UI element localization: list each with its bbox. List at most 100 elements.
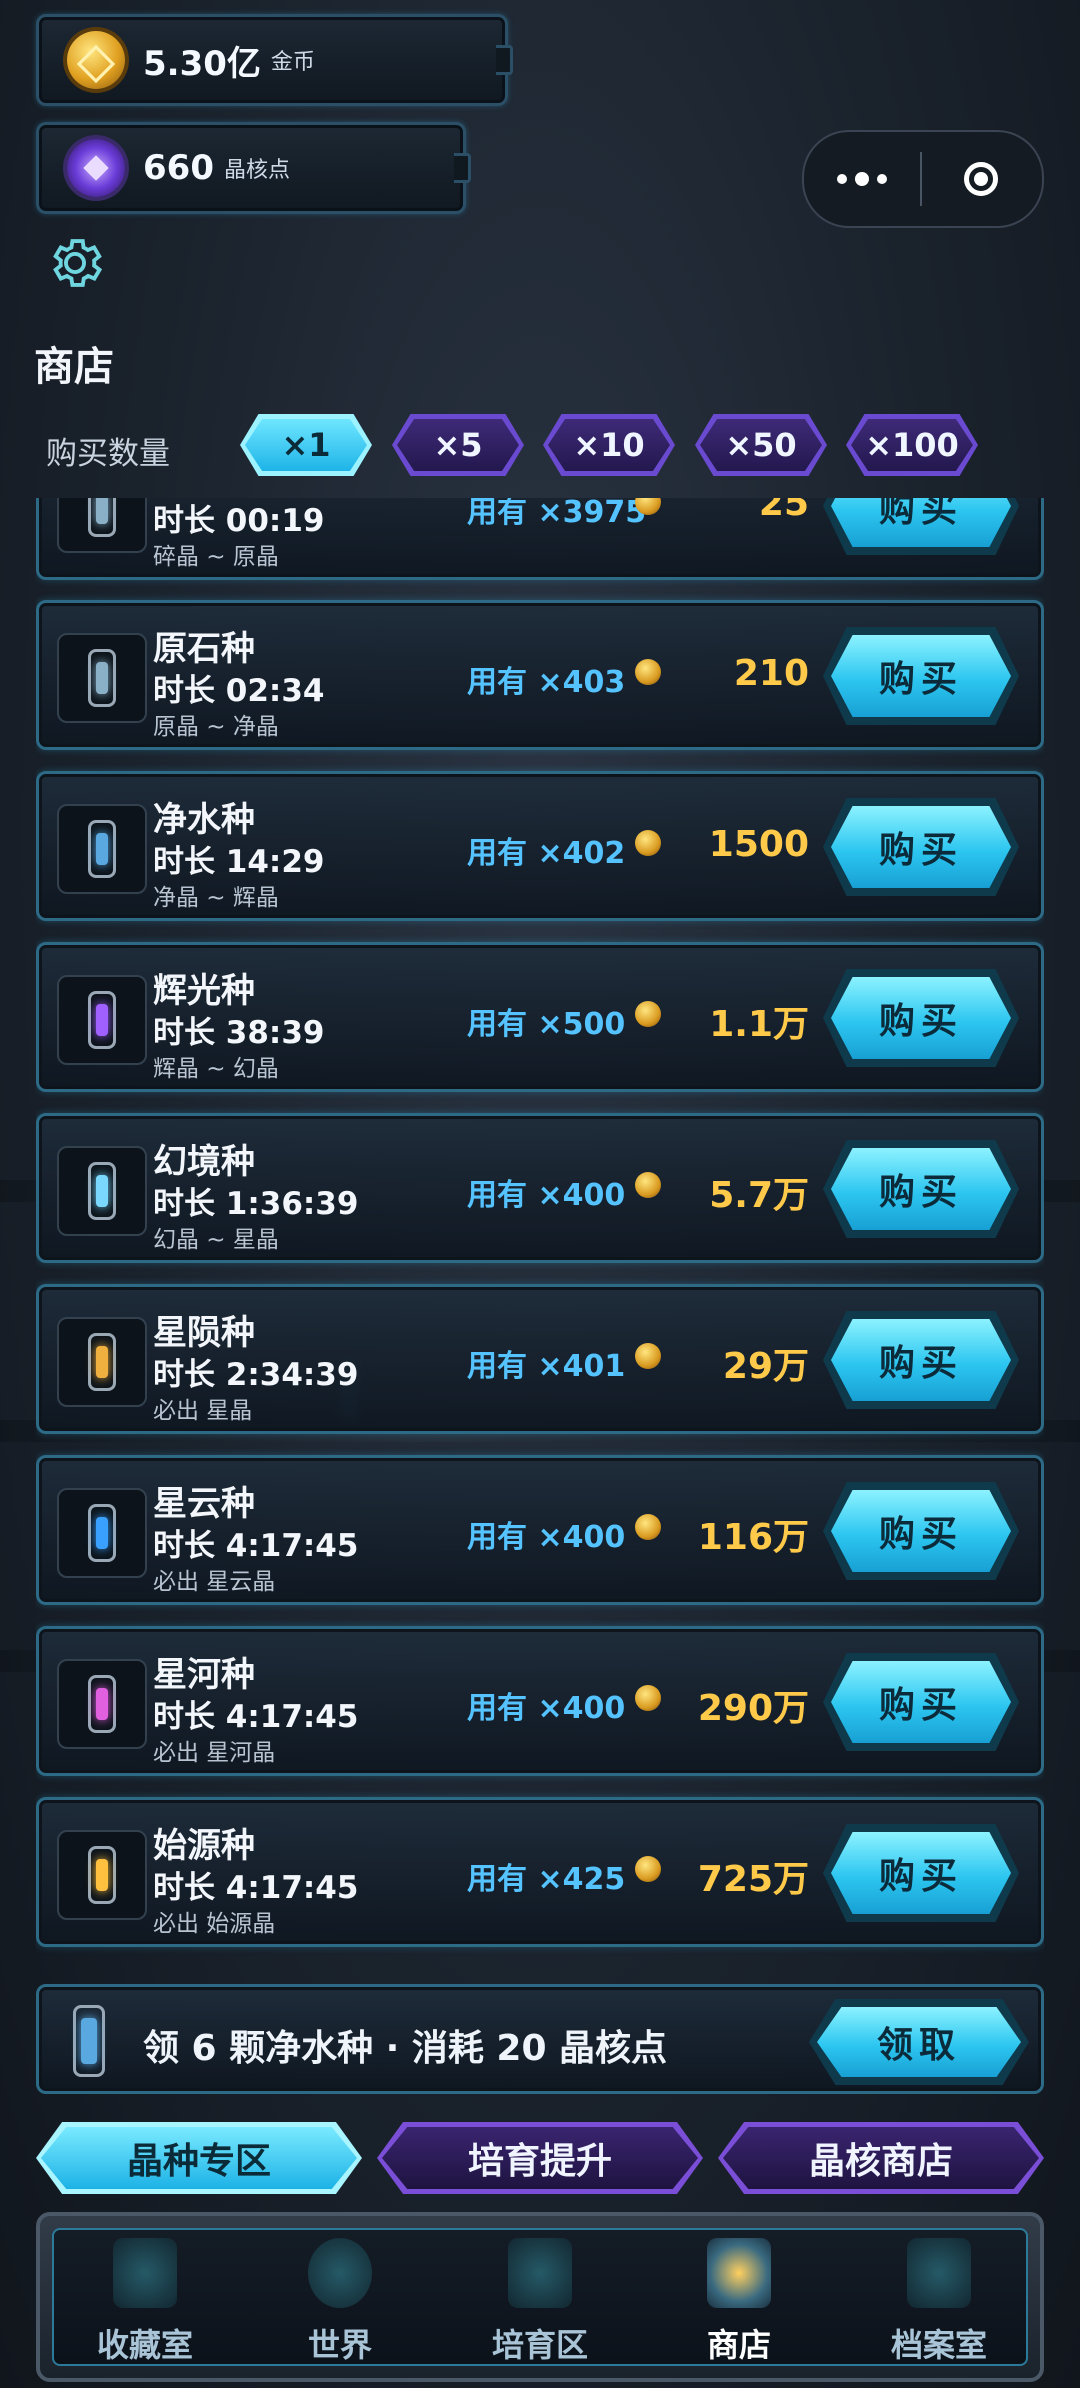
coin-icon — [635, 1172, 661, 1198]
seed-vial-icon — [57, 1488, 147, 1578]
crystal-value: 660 — [143, 148, 214, 188]
seed-duration: 时长 00:19 — [153, 503, 325, 539]
page-title: 商店 — [34, 344, 114, 390]
coin-icon — [635, 1685, 661, 1711]
seed-name: 原石种 — [153, 629, 255, 669]
buy-button[interactable]: 购买 — [823, 627, 1019, 725]
nav-world[interactable]: 世界 — [245, 2232, 435, 2372]
nav-archive-room[interactable]: 档案室 — [844, 2232, 1034, 2372]
seed-name: 始源种 — [153, 1826, 255, 1866]
seed-vial-icon — [73, 2005, 105, 2077]
tab-crystal-shop[interactable]: 晶核商店 — [718, 2122, 1044, 2194]
seed-vial-icon — [57, 1146, 147, 1236]
nav-label: 收藏室 — [96, 2326, 193, 2364]
seed-yield-range: 碎晶 ~ 原晶 — [153, 544, 279, 570]
quantity-option-x1[interactable]: ×1 — [240, 414, 372, 476]
seed-yield-range: 净晶 ~ 辉晶 — [153, 885, 279, 911]
seed-name: 星河种 — [153, 1655, 255, 1695]
nav-shop[interactable]: 商店 — [644, 2232, 834, 2372]
cultivation-icon — [508, 2238, 572, 2308]
buy-button[interactable]: 购买 — [823, 969, 1019, 1067]
coin-icon — [635, 1856, 661, 1882]
seed-duration: 时长 02:34 — [153, 673, 325, 709]
nav-label: 世界 — [307, 2326, 372, 2364]
nav-label: 培育区 — [491, 2326, 588, 2364]
seed-price: 210 — [733, 653, 809, 694]
archive-icon — [907, 2238, 971, 2308]
collection-icon — [113, 2238, 177, 2308]
settings-gear-icon[interactable] — [44, 232, 106, 294]
miniprogram-capsule — [802, 130, 1044, 228]
owned-count: 用有 ×3975 — [467, 498, 647, 530]
close-target-button[interactable] — [922, 132, 1040, 226]
owned-count: 用有 ×400 — [467, 1178, 626, 1213]
owned-count: 用有 ×400 — [467, 1520, 626, 1555]
seed-item-row: 星陨种 时长 2:34:39 必出 星晶 用有 ×401 29万 购买 — [36, 1284, 1044, 1434]
world-icon — [308, 2238, 372, 2308]
seed-yield-range: 必出 星云晶 — [153, 1569, 276, 1595]
seed-vial-icon — [57, 1830, 147, 1920]
buy-button[interactable]: 购买 — [823, 798, 1019, 896]
gold-value: 5.30亿 — [143, 43, 261, 84]
seed-vial-icon — [57, 804, 147, 894]
shop-icon — [707, 2238, 771, 2308]
seed-duration: 时长 4:17:45 — [153, 1870, 359, 1906]
more-menu-button[interactable] — [804, 132, 920, 226]
buy-button[interactable]: 购买 — [823, 1824, 1019, 1922]
owned-count: 用有 ×402 — [467, 836, 626, 871]
seed-yield-range: 必出 始源晶 — [153, 1911, 276, 1937]
seed-vial-icon — [57, 1659, 147, 1749]
nav-cultivation-area[interactable]: 培育区 — [445, 2232, 635, 2372]
coin-icon — [635, 1343, 661, 1369]
seed-name: 辉光种 — [153, 971, 255, 1011]
seed-item-row: 辉光种 时长 38:39 辉晶 ~ 幻晶 用有 ×500 1.1万 购买 — [36, 942, 1044, 1092]
seed-yield-range: 必出 星河晶 — [153, 1740, 276, 1766]
seed-name: 星云种 — [153, 1484, 255, 1524]
nav-collection-room[interactable]: 收藏室 — [50, 2232, 240, 2372]
owned-count: 用有 ×403 — [467, 665, 626, 700]
seed-duration: 时长 14:29 — [153, 844, 325, 880]
seed-yield-range: 幻晶 ~ 星晶 — [153, 1227, 279, 1253]
buy-button[interactable]: 购买 — [823, 1482, 1019, 1580]
panel-notch — [496, 45, 513, 75]
seed-name: 净水种 — [153, 800, 255, 840]
seed-item-row: 星云种 时长 4:17:45 必出 星云晶 用有 ×400 116万 购买 — [36, 1455, 1044, 1605]
panel-notch — [454, 153, 471, 183]
seed-duration: 时长 1:36:39 — [153, 1186, 359, 1222]
claim-description: 领 6 颗净水种 · 消耗 20 晶核点 — [143, 2028, 668, 2069]
seed-item-row: 始源种 时长 4:17:45 必出 始源晶 用有 ×425 725万 购买 — [36, 1797, 1044, 1947]
quantity-option-x5[interactable]: ×5 — [392, 414, 524, 476]
target-icon — [964, 162, 998, 196]
seed-price: 1500 — [708, 824, 809, 865]
tab-seed-zone[interactable]: 晶种专区 — [36, 2122, 362, 2194]
seed-vial-icon — [57, 975, 147, 1065]
claim-button[interactable]: 领取 — [809, 1999, 1029, 2085]
seed-item-list[interactable]: 时长 00:19 碎晶 ~ 原晶 用有 ×3975 25 购买 原石种 时长 0… — [36, 498, 1044, 1964]
seed-duration: 时长 4:17:45 — [153, 1699, 359, 1735]
quantity-label: 购买数量 — [46, 436, 170, 472]
seed-price: 116万 — [697, 1517, 809, 1558]
owned-count: 用有 ×425 — [467, 1862, 626, 1897]
bottom-navigation: 收藏室 世界 培育区 商店 档案室 — [36, 2212, 1044, 2382]
seed-duration: 时长 38:39 — [153, 1015, 325, 1051]
buy-button[interactable]: 购买 — [823, 1311, 1019, 1409]
seed-price: 290万 — [697, 1688, 809, 1729]
crystal-unit: 晶核点 — [223, 158, 290, 183]
seed-price: 25 — [758, 498, 809, 524]
seed-yield-range: 辉晶 ~ 幻晶 — [153, 1056, 279, 1082]
buy-button[interactable]: 购买 — [823, 498, 1019, 555]
buy-button[interactable]: 购买 — [823, 1140, 1019, 1238]
seed-yield-range: 原晶 ~ 净晶 — [153, 714, 279, 740]
seed-item-row: 净水种 时长 14:29 净晶 ~ 辉晶 用有 ×402 1500 购买 — [36, 771, 1044, 921]
seed-vial-icon — [57, 633, 147, 723]
tab-cultivation-upgrade[interactable]: 培育提升 — [377, 2122, 703, 2194]
quantity-option-x100[interactable]: ×100 — [846, 414, 978, 476]
nav-label: 商店 — [706, 2326, 771, 2364]
seed-price: 1.1万 — [709, 1004, 809, 1045]
quantity-option-x10[interactable]: ×10 — [543, 414, 675, 476]
gold-coin-icon — [67, 31, 125, 89]
quantity-option-x50[interactable]: ×50 — [695, 414, 827, 476]
seed-price: 5.7万 — [709, 1175, 809, 1216]
seed-vial-icon — [57, 1317, 147, 1407]
buy-button[interactable]: 购买 — [823, 1653, 1019, 1751]
